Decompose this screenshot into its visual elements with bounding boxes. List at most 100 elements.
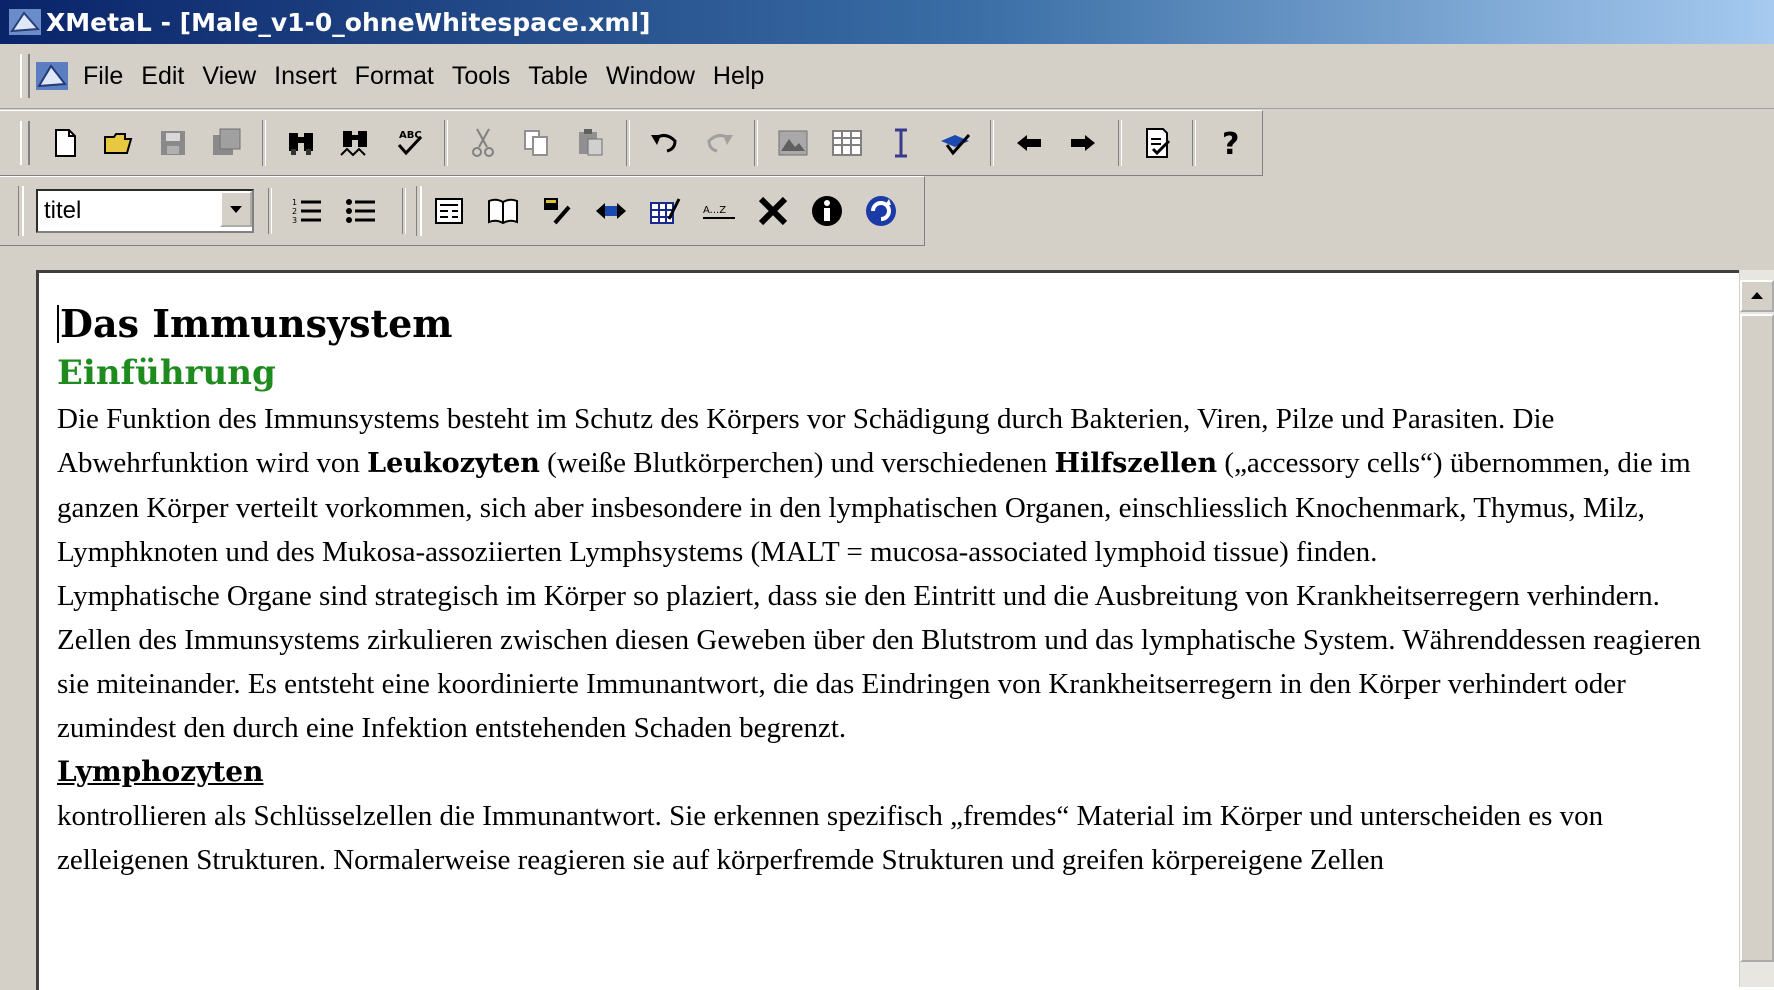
copy-icon [524,130,548,156]
cut-button[interactable] [460,120,506,166]
toolbar-separator [444,120,448,166]
checkout-button[interactable] [932,120,978,166]
style-select[interactable]: titel [36,189,254,233]
close-x-icon [758,196,788,226]
paragraph-1: Die Funktion des Immunsystems besteht im… [57,403,1691,568]
toolbar-grip[interactable] [18,186,24,236]
info-button[interactable] [804,188,850,234]
toolbar-separator [268,188,272,234]
bulleted-list-icon [346,199,375,223]
style-select-value: titel [44,197,82,224]
title-bar: XMetaL - [Male_v1-0_ohneWhitespace.xml] [0,0,1774,44]
toolbar-separator [1118,120,1122,166]
new-button[interactable] [42,120,88,166]
document-content[interactable]: Das Immunsystem Einführung Die Funktion … [57,299,1737,882]
bulleted-list-button[interactable] [338,188,384,234]
toolbar-separator [754,120,758,166]
checkmark-tray-icon [941,134,971,156]
find-replace-binoculars-icon [340,131,367,157]
paste-clipboard-icon [579,129,603,156]
table-edit-icon [650,198,681,224]
svg-text:?: ? [1222,127,1239,161]
undo-arrow-icon [651,134,677,153]
formatting-toolbar: titel 123 A...Z [0,176,925,246]
delete-button[interactable] [750,188,796,234]
toolbar-separator [1192,120,1196,166]
undo-button[interactable] [642,120,688,166]
find-replace-button[interactable] [332,120,378,166]
arrow-left-icon [1017,135,1041,151]
menu-view[interactable]: View [193,56,265,96]
toolbar-grip[interactable] [20,121,30,165]
menubar-grip[interactable] [20,54,30,98]
toolbar-separator [402,188,406,234]
subheading-lymphozyten: Lymphozyten [57,755,264,788]
info-icon [812,196,842,226]
sort-az-icon: A...Z [703,205,735,219]
find-button[interactable] [278,120,324,166]
refresh-button[interactable] [858,188,904,234]
help-button[interactable]: ? [1208,120,1254,166]
menu-format[interactable]: Format [346,56,443,96]
paste-button[interactable] [568,120,614,166]
svg-text:A...Z: A...Z [703,205,726,216]
toolbar-grip[interactable] [416,186,422,236]
menu-help[interactable]: Help [704,56,773,96]
toolbar-separator [262,120,266,166]
style-select-dropdown-button[interactable] [220,191,252,227]
scroll-thumb[interactable] [1740,314,1774,962]
refresh-icon [866,196,896,226]
new-document-icon [55,129,76,157]
insert-element-button[interactable] [588,188,634,234]
menu-insert[interactable]: Insert [265,56,346,96]
save-all-button[interactable] [204,120,250,166]
back-button[interactable] [1006,120,1052,166]
scroll-up-button[interactable] [1740,280,1774,312]
menu-table[interactable]: Table [519,56,597,96]
menu-window[interactable]: Window [597,56,704,96]
i-beam-icon [895,128,907,158]
section-heading: Einführung [57,353,276,393]
validate-button[interactable] [1134,120,1180,166]
redo-button[interactable] [696,120,742,166]
element-list-button[interactable] [426,188,472,234]
toolbar-separator [990,120,994,166]
chevron-up-icon [1751,292,1763,299]
svg-text:2: 2 [292,207,297,216]
term-hilfszellen: Hilfszellen [1054,448,1218,479]
menu-tools[interactable]: Tools [443,56,519,96]
spellcheck-button[interactable]: ABC [386,120,432,166]
save-button[interactable] [150,120,196,166]
edit-table-button[interactable] [642,188,688,234]
open-button[interactable] [96,120,142,166]
term-leukozyten: Leukozyten [367,448,540,479]
menu-edit[interactable]: Edit [132,56,193,96]
insert-table-button[interactable] [824,120,870,166]
book-button[interactable] [480,188,526,234]
toolbar-separator [626,120,630,166]
binoculars-icon [289,133,313,155]
chevron-down-icon [230,206,242,213]
document-title: Das Immunsystem [57,299,1737,349]
forward-button[interactable] [1060,120,1106,166]
open-book-icon [488,198,518,225]
document-editor[interactable]: Das Immunsystem Einführung Die Funktion … [36,270,1774,990]
text-caret [57,305,59,343]
document-menu-icon[interactable] [34,58,70,94]
save-disk-icon [161,131,185,155]
numbered-list-button[interactable]: 123 [284,188,330,234]
open-folder-icon [104,133,133,154]
window-title: XMetaL - [Male_v1-0_ohneWhitespace.xml] [46,7,651,37]
xmetal-app-icon [9,9,41,35]
edit-attributes-button[interactable] [534,188,580,234]
sort-button[interactable]: A...Z [696,188,742,234]
menu-file[interactable]: File [74,56,132,96]
svg-text:1: 1 [292,198,297,207]
vertical-scrollbar[interactable] [1739,270,1774,987]
save-all-icon [213,128,241,155]
text-cursor-button[interactable] [878,120,924,166]
copy-button[interactable] [514,120,560,166]
insert-image-button[interactable] [770,120,816,166]
svg-text:3: 3 [292,216,297,225]
question-mark-icon: ? [1222,127,1239,161]
